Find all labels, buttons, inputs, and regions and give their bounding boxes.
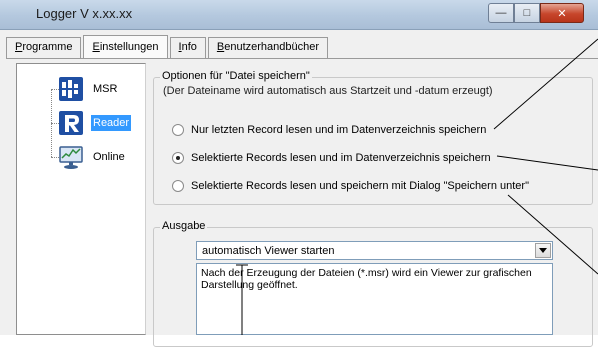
save-options-hint: (Der Dateiname wird automatisch aus Star… <box>163 85 493 97</box>
tab-info[interactable]: Info <box>169 37 206 58</box>
close-button[interactable]: ✕ <box>540 3 584 23</box>
radio-button[interactable] <box>172 124 184 136</box>
tab-programme-label: rogramme <box>22 41 73 53</box>
radio-button-checked[interactable] <box>172 152 184 164</box>
tab-benutzerhandbuecher[interactable]: Benutzerhandbücher <box>207 37 329 58</box>
window-controls: — □ ✕ <box>488 3 584 23</box>
radio-button[interactable] <box>172 180 184 192</box>
nav-item-online-label: Online <box>93 151 125 163</box>
viewer-select[interactable]: automatisch Viewer starten <box>196 241 553 260</box>
radio-selected-records-label: Selektierte Records lesen und im Datenve… <box>191 152 491 164</box>
nav-item-reader[interactable]: Reader <box>57 109 132 137</box>
viewer-select-value: automatisch Viewer starten <box>202 244 335 257</box>
window-title: Logger V x.xx.xx <box>36 6 133 21</box>
radio-save-as-dialog-label: Selektierte Records lesen und speichern … <box>191 180 529 192</box>
nav-item-reader-label: Reader <box>91 115 132 131</box>
maximize-button[interactable]: □ <box>514 3 540 23</box>
radio-last-record-label: Nur letzten Record lesen und im Datenver… <box>191 124 487 136</box>
save-options-title: Optionen für "Datei speichern" <box>160 70 312 82</box>
radio-save-as-dialog[interactable]: Selektierte Records lesen und speichern … <box>172 180 529 192</box>
nav-item-online[interactable]: Online <box>57 143 127 171</box>
msr-device-icon <box>57 75 85 103</box>
online-monitor-icon <box>57 143 85 171</box>
radio-selected-records[interactable]: Selektierte Records lesen und im Datenve… <box>172 152 491 164</box>
radio-last-record[interactable]: Nur letzten Record lesen und im Datenver… <box>172 124 486 136</box>
nav-panel: MSR Reader Online <box>16 63 146 335</box>
output-title: Ausgabe <box>160 220 208 232</box>
reader-r-icon <box>57 109 85 137</box>
tab-info-label: nfo <box>181 41 197 53</box>
tab-benutzerhandbuecher-label: enutzerhandbücher <box>224 41 320 53</box>
tab-programme[interactable]: Programme <box>6 37 82 58</box>
close-icon: ✕ <box>557 7 567 20</box>
output-description: Nach der Erzeugung der Dateien (*.msr) w… <box>196 263 553 335</box>
maximize-icon: □ <box>523 7 531 19</box>
nav-item-msr[interactable]: MSR <box>57 75 119 103</box>
tab-einstellungen-accesskey: E <box>92 41 100 53</box>
nav-item-msr-label: MSR <box>93 83 118 95</box>
tab-einstellungen-label: instellungen <box>99 41 159 53</box>
app-window: Logger V x.xx.xx — □ ✕ Programme Einstel… <box>0 0 598 347</box>
dropdown-button[interactable] <box>535 243 551 258</box>
tab-bar: Programme Einstellungen Info Benutzerhan… <box>6 35 330 59</box>
title-bar[interactable]: Logger V x.xx.xx — □ ✕ <box>0 0 598 30</box>
minimize-button[interactable]: — <box>488 3 514 23</box>
chevron-down-icon <box>539 248 547 253</box>
tab-einstellungen[interactable]: Einstellungen <box>83 35 168 58</box>
minimize-icon: — <box>495 7 507 19</box>
